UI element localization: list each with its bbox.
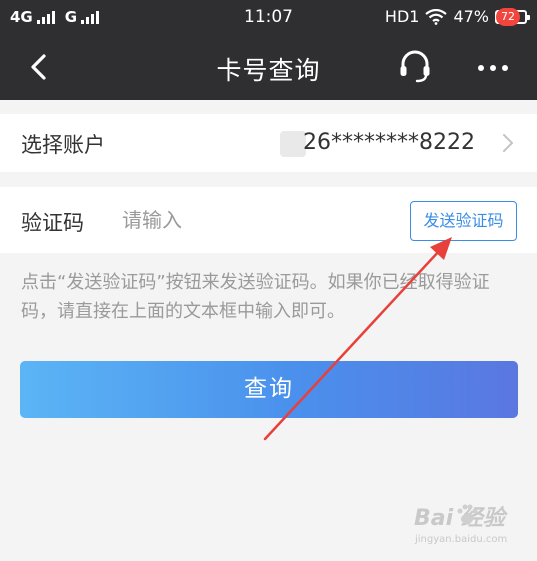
notification-badge: 72 [496,8,520,26]
nav-bar: 卡号查询 [0,33,537,100]
account-label: 选择账户 [21,133,105,157]
query-button[interactable]: 查询 [20,361,518,418]
battery-percent: 47% [453,7,489,26]
status-bar: 4G G 11:07 HD1 47% [0,0,537,33]
send-code-button[interactable]: 发送验证码 [410,201,517,241]
headset-icon[interactable] [396,47,434,85]
back-icon[interactable] [22,50,56,84]
paw-logo-icon [457,504,478,524]
hd-indicator: HD1 [384,7,420,26]
hint-text: 点击“发送验证码”按钮来发送验证码。如果你已经取得验证码，请直接在上面的文本框中… [21,272,490,322]
verify-code-input[interactable] [122,201,392,239]
account-number: 26********8222 [303,130,475,155]
page-title: 卡号查询 [216,56,321,85]
wifi-icon [425,8,448,25]
watermark-url: jingyan.baidu.com [415,534,508,545]
account-select-row[interactable]: 选择账户 26********8222 [0,114,537,172]
more-icon[interactable] [474,55,516,81]
verify-code-label: 验证码 [21,211,84,235]
watermark: Bai 经验 jingyan.baidu.com [414,500,526,552]
chevron-right-icon [503,134,513,152]
